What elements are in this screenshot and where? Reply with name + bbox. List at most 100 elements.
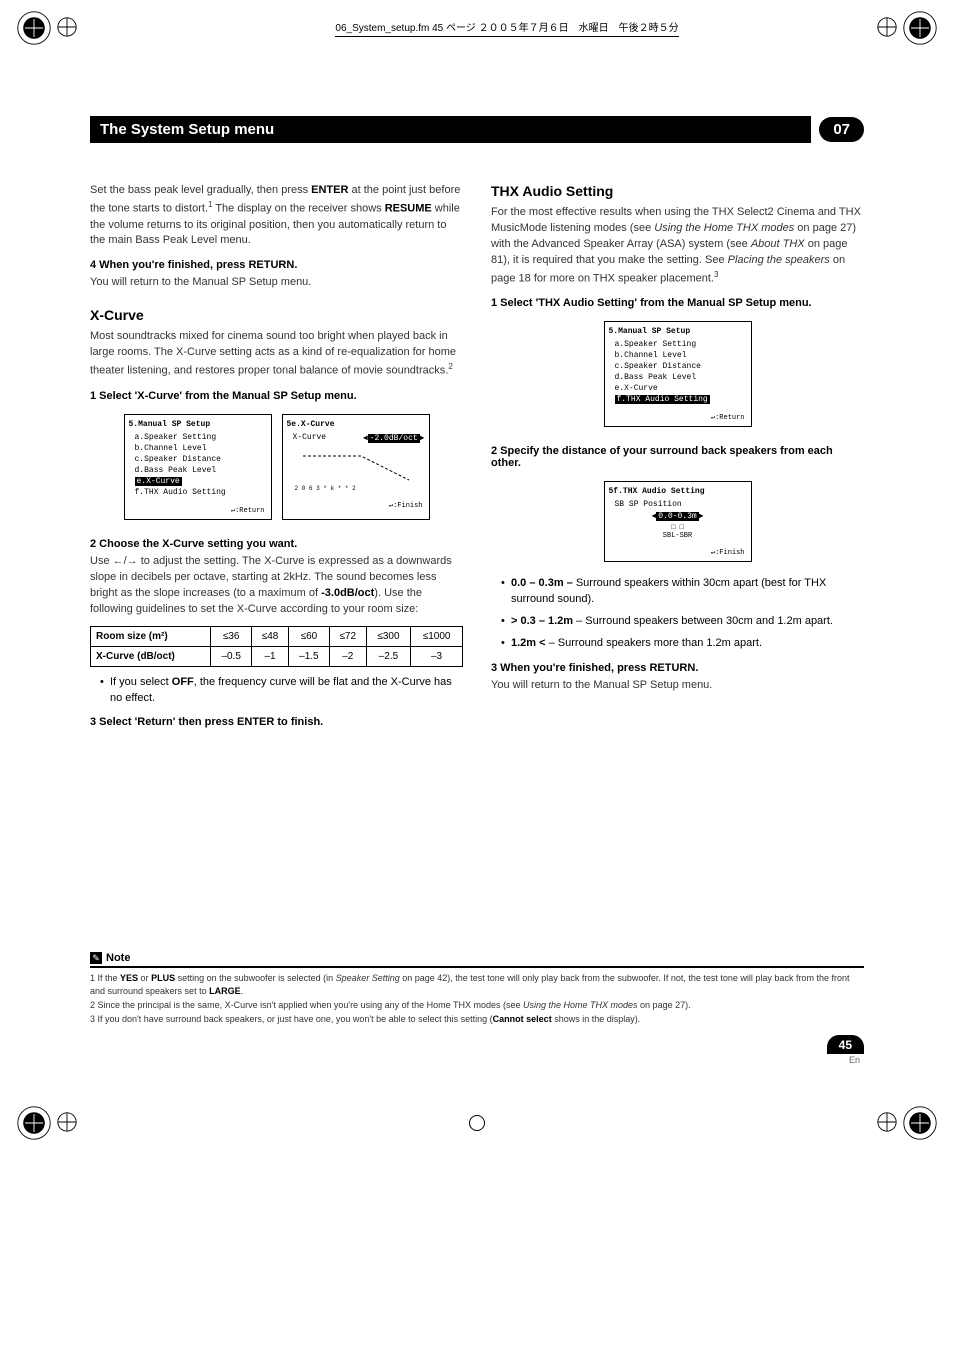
- table-cell: ≤60: [289, 626, 330, 646]
- step-4-body: You will return to the Manual SP Setup m…: [90, 275, 463, 291]
- print-footer: [0, 1105, 954, 1151]
- menu-manual-sp-setup: 5.Manual SP Setup a.Speaker Setting b.Ch…: [124, 414, 272, 520]
- xcurve-value: -2.0dB/oct: [368, 434, 420, 443]
- range-label: > 0.3 – 1.2m: [511, 615, 573, 627]
- registration-icon: [56, 1111, 78, 1136]
- bold-value: -3.0dB/oct: [321, 587, 374, 599]
- menu-item: d.Bass Peak Level: [125, 465, 271, 476]
- left-column: Set the bass peak level gradually, then …: [90, 183, 463, 732]
- thx-heading: THX Audio Setting: [491, 183, 864, 199]
- text: .: [241, 986, 244, 996]
- right-column: THX Audio Setting For the most effective…: [491, 183, 864, 732]
- ref-italic: About THX: [751, 238, 805, 250]
- table-cell: –0.5: [211, 646, 252, 666]
- text: Set the bass peak level gradually, then …: [90, 184, 311, 196]
- finish-label: :Finish: [393, 502, 422, 510]
- crop-mark-icon: [16, 10, 52, 46]
- menu-title: 5.Manual SP Setup: [605, 326, 751, 339]
- return-label: :Return: [235, 507, 264, 515]
- menu-item: a.Speaker Setting: [125, 432, 271, 443]
- ref-italic: Placing the speakers: [728, 254, 830, 266]
- off-bullet: If you select OFF, the frequency curve w…: [100, 675, 463, 707]
- table-cell: –2.5: [366, 646, 410, 666]
- xcurve-plot-icon: [283, 444, 429, 484]
- table-cell: ≤48: [252, 626, 289, 646]
- table-cell: ≤1000: [411, 626, 463, 646]
- ref-italic: Using the Home THX modes: [654, 222, 794, 234]
- table-header: X-Curve (dB/oct): [91, 646, 211, 666]
- chapter-badge: 07: [819, 117, 864, 142]
- distance-bullet-2: > 0.3 – 1.2m – Surround speakers between…: [501, 614, 864, 630]
- step-4: 4 When you're finished, press RETURN.: [90, 259, 463, 271]
- menu-item: f.THX Audio Setting: [125, 487, 271, 498]
- thx-step-2: 2 Specify the distance of your surround …: [491, 445, 864, 469]
- range-label: 1.2m <: [511, 637, 549, 649]
- finish-label: :Finish: [715, 549, 744, 557]
- registration-icon: [876, 16, 898, 41]
- note-3: 3 If you don't have surround back speake…: [90, 1013, 864, 1025]
- return-label: :Return: [715, 414, 744, 422]
- menu-item: a.Speaker Setting: [605, 339, 751, 350]
- page-number-area: 45 En: [90, 1035, 864, 1065]
- range-label: 0.0 – 0.3m –: [511, 577, 576, 589]
- distance-bullet-3: 1.2m < – Surround speakers more than 1.2…: [501, 636, 864, 652]
- text: – Surround speakers more than 1.2m apart…: [549, 637, 762, 649]
- registration-icon: [876, 1111, 898, 1136]
- xcurve-step-2-body: Use ←/→ to adjust the setting. The X-Cur…: [90, 554, 463, 618]
- xcurve-heading: X-Curve: [90, 307, 463, 323]
- intro-para: Set the bass peak level gradually, then …: [90, 183, 463, 249]
- room-size-table: Room size (m²) ≤36 ≤48 ≤60 ≤72 ≤300 ≤100…: [90, 626, 463, 667]
- text: Most soundtracks mixed for cinema sound …: [90, 330, 456, 377]
- text: – Surround speakers between 30cm and 1.2…: [573, 615, 833, 627]
- table-cell: –1.5: [289, 646, 330, 666]
- text: 3 If you don't have surround back speake…: [90, 1014, 493, 1024]
- text: The display on the receiver shows: [212, 203, 384, 215]
- plus-label: PLUS: [151, 973, 175, 983]
- sb-sp-value: 0.0-0.3m: [656, 512, 698, 521]
- menu-item: b.Channel Level: [125, 443, 271, 454]
- menu-item: c.Speaker Distance: [605, 361, 751, 372]
- sb-sp-label: SB SP Position: [605, 499, 751, 510]
- note-1: 1 If the YES or PLUS setting on the subw…: [90, 972, 864, 996]
- text: If you select: [110, 676, 172, 688]
- large-label: LARGE: [209, 986, 241, 996]
- text: 2 Since the principal is the same, X-Cur…: [90, 1000, 523, 1010]
- lang-label: En: [90, 1055, 860, 1065]
- plot-ticks: 2 0 6 3 * k * * 2: [283, 484, 429, 493]
- menu-item: e.X-Curve: [605, 383, 751, 394]
- xcurve-step-2: 2 Choose the X-Curve setting you want.: [90, 538, 463, 550]
- thx-step-1: 1 Select 'THX Audio Setting' from the Ma…: [491, 297, 864, 309]
- page-content: The System Setup menu 07 Set the bass pe…: [0, 46, 954, 1105]
- menu-item: b.Channel Level: [605, 350, 751, 361]
- distance-bullet-1: 0.0 – 0.3m – Surround speakers within 30…: [501, 576, 864, 608]
- crop-mark-icon: [16, 1105, 52, 1141]
- cannot-select-label: Cannot select: [493, 1014, 552, 1024]
- text: on page 27).: [638, 1000, 691, 1010]
- menu-item: d.Bass Peak Level: [605, 372, 751, 383]
- menu-manual-sp-setup-thx: 5.Manual SP Setup a.Speaker Setting b.Ch…: [604, 321, 752, 427]
- print-header: 06_System_setup.fm 45 ページ ２００５年７月６日 水曜日 …: [0, 0, 954, 46]
- off-label: OFF: [172, 676, 194, 688]
- menu-item-selected: e.X-Curve: [135, 477, 182, 486]
- crop-mark-icon: [902, 10, 938, 46]
- center-mark-icon: [469, 1115, 485, 1131]
- diagram-row: □ □: [605, 524, 751, 532]
- table-cell: –1: [252, 646, 289, 666]
- note-label: Note: [106, 952, 130, 964]
- table-cell: ≤36: [211, 626, 252, 646]
- resume-label: RESUME: [385, 203, 432, 215]
- speaker-diagram-icon: □ □ SBL-SBR: [605, 522, 751, 540]
- xcurve-step-3: 3 Select 'Return' then press ENTER to fi…: [90, 716, 463, 728]
- ref-italic: Using the Home THX modes: [523, 1000, 638, 1010]
- menu-title: 5e.X-Curve: [283, 419, 429, 432]
- menu-item-selected: f.THX Audio Setting: [615, 395, 710, 404]
- ref-italic: Speaker Setting: [336, 973, 400, 983]
- thx-step-3: 3 When you're finished, press RETURN.: [491, 662, 864, 674]
- xcurve-step-1: 1 Select 'X-Curve' from the Manual SP Se…: [90, 390, 463, 402]
- diagram-row: SBL-SBR: [605, 532, 751, 540]
- thx-para: For the most effective results when usin…: [491, 205, 864, 287]
- table-cell: –3: [411, 646, 463, 666]
- note-icon: ✎: [90, 952, 102, 964]
- xcurve-para: Most soundtracks mixed for cinema sound …: [90, 329, 463, 379]
- text: shows in the display).: [552, 1014, 641, 1024]
